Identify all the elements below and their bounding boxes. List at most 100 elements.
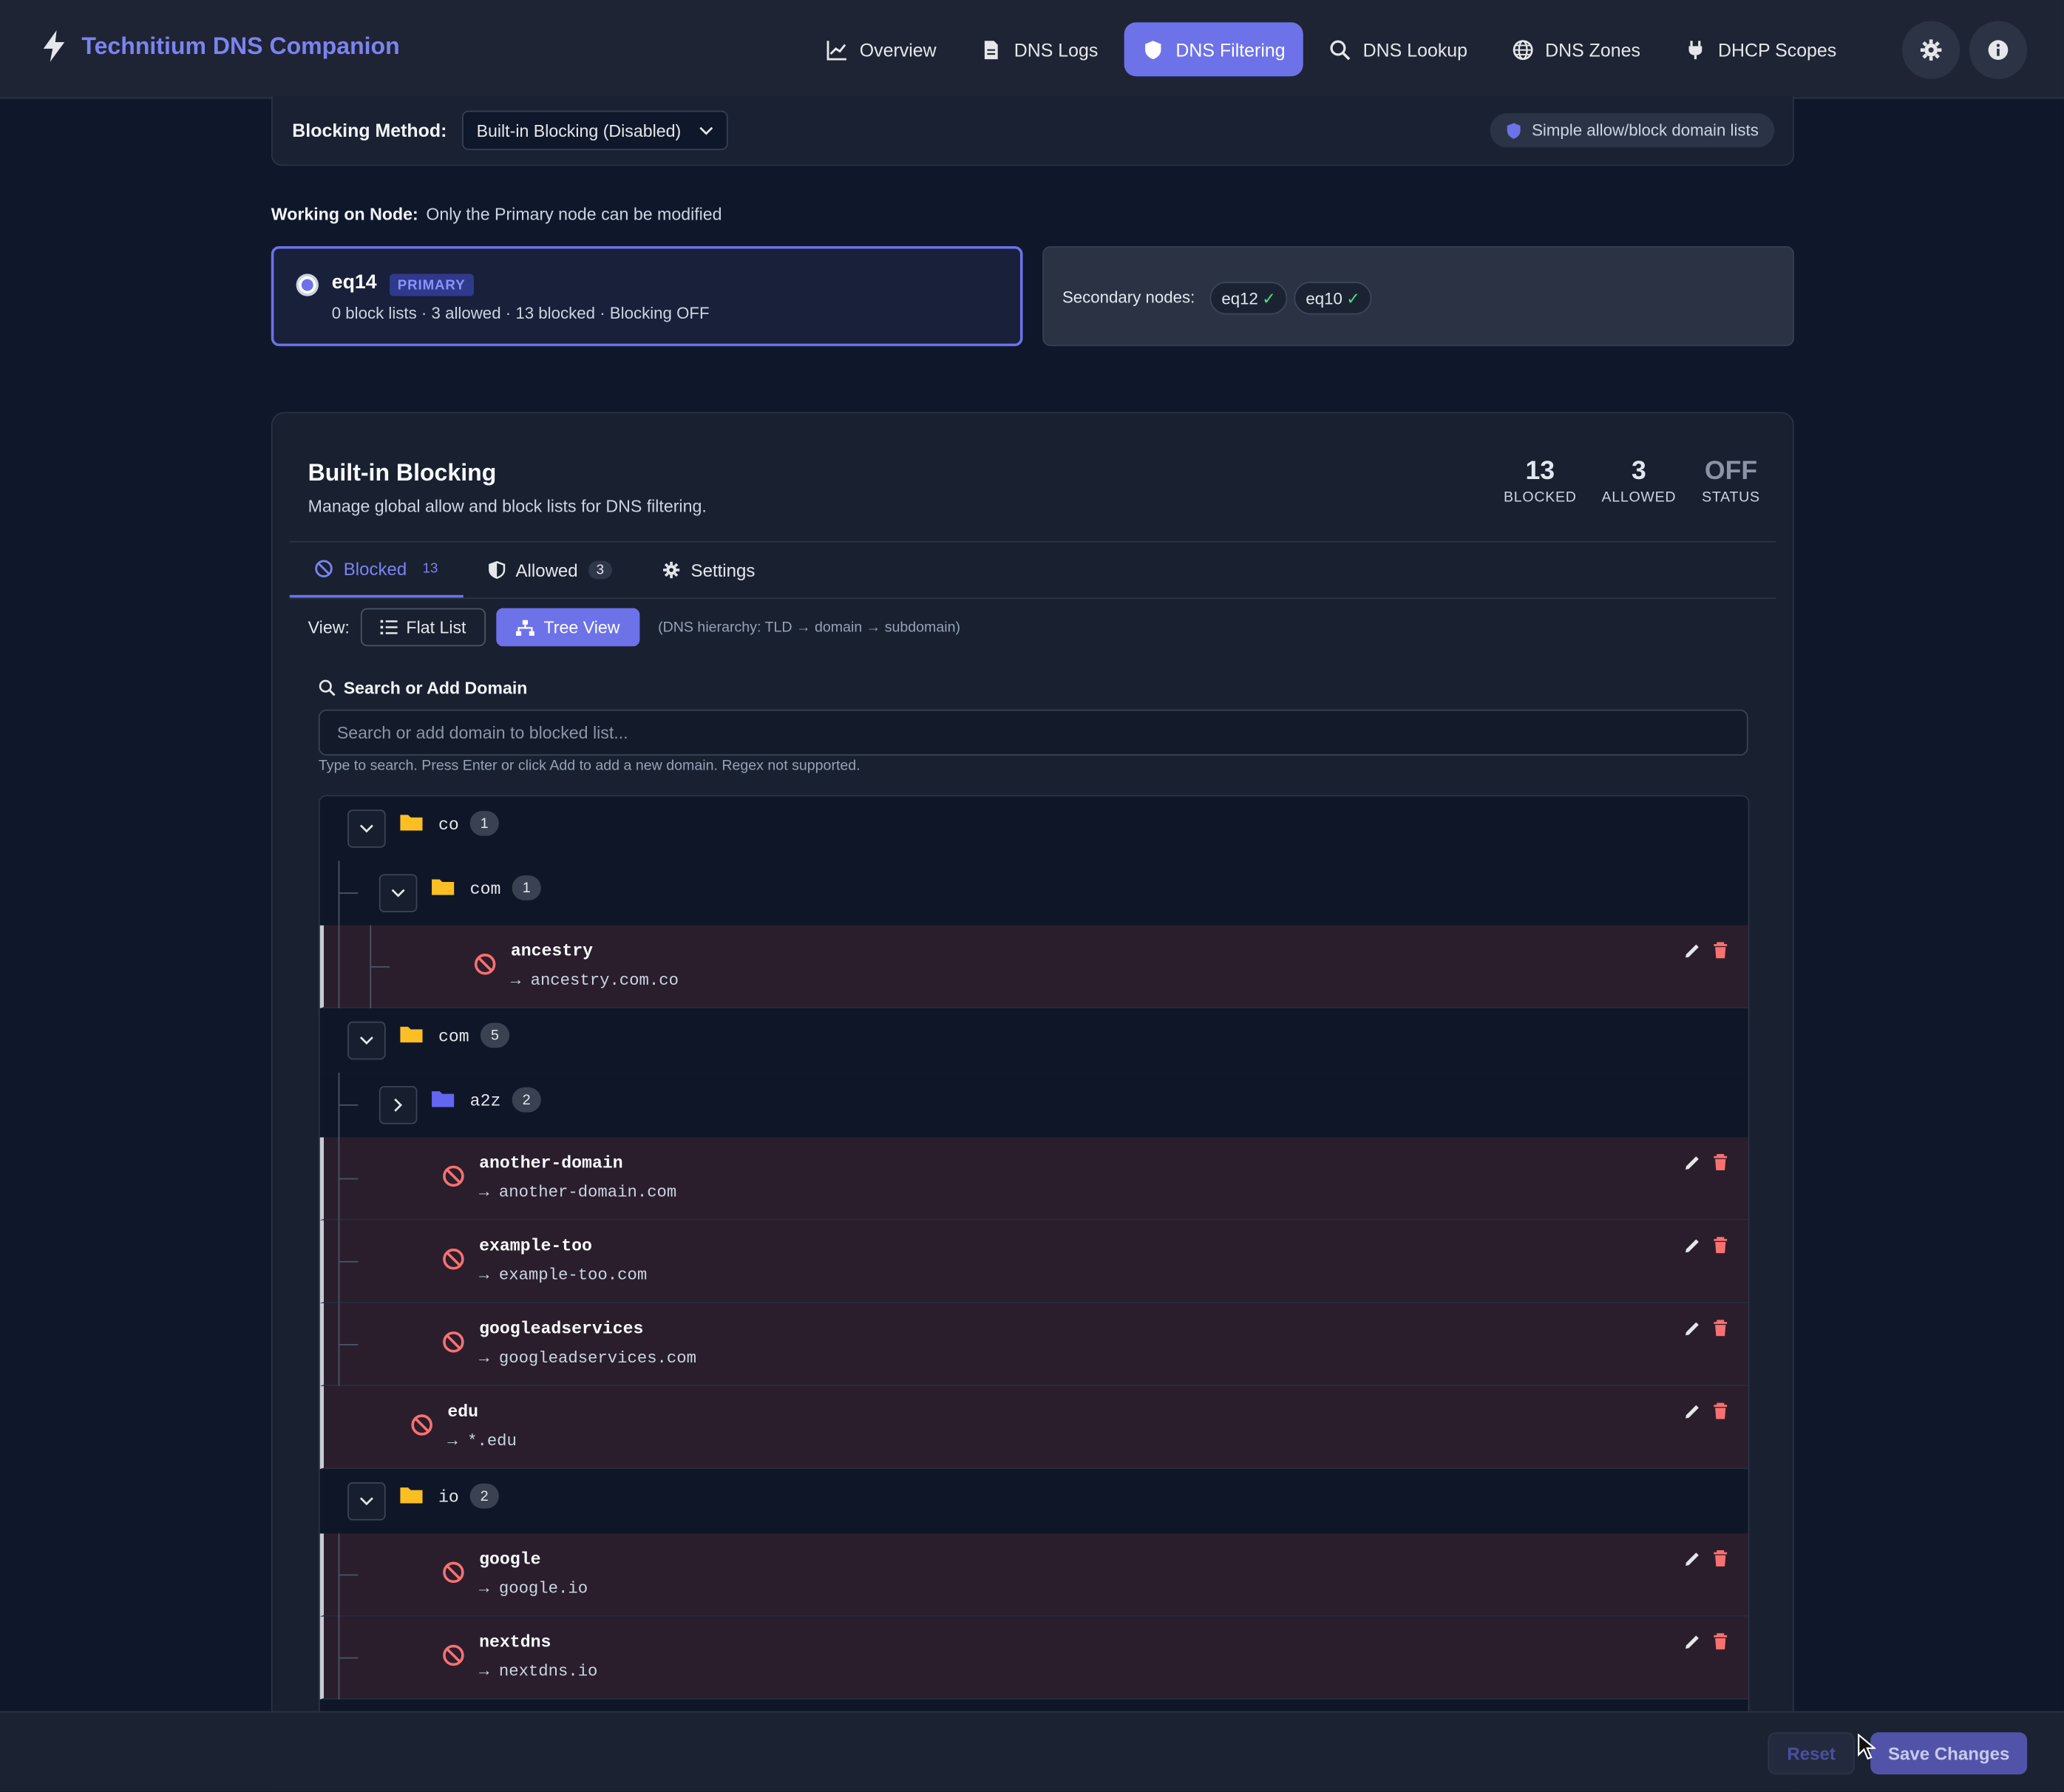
tab-allowed[interactable]: Allowed 3: [463, 543, 636, 598]
working-node-note: Only the Primary node can be modified: [426, 203, 722, 224]
blocking-method-label: Blocking Method:: [292, 120, 447, 141]
ban-icon: [443, 1331, 464, 1353]
divider: [289, 597, 1776, 600]
save-changes-button[interactable]: Save Changes: [1870, 1732, 2028, 1775]
chevron-down-icon: [359, 824, 373, 833]
nav-dns-logs-label: DNS Logs: [1014, 38, 1099, 61]
gear-icon: [662, 561, 679, 579]
expand-button[interactable]: [378, 1085, 418, 1124]
blocked-domain-row: googleadservices → googleadservices.com: [319, 1303, 1748, 1386]
blocked-domain-row: edu → *.edu: [319, 1385, 1748, 1470]
folder-name: co: [438, 815, 459, 835]
nav-dns-lookup[interactable]: DNS Lookup: [1311, 22, 1486, 76]
domain-search-input[interactable]: [318, 709, 1748, 756]
primary-badge: PRIMARY: [390, 274, 474, 296]
info-icon: [1988, 40, 2009, 61]
blocked-domain-row: example-too → example-too.com: [319, 1220, 1748, 1303]
check-icon: ✓: [1262, 289, 1276, 308]
allowed-stat-label: ALLOWED: [1601, 489, 1677, 506]
ban-icon: [443, 1248, 464, 1270]
trash-icon[interactable]: [1711, 1236, 1730, 1255]
tab-settings[interactable]: Settings: [637, 543, 781, 598]
edit-icon[interactable]: [1683, 941, 1702, 960]
trash-icon[interactable]: [1711, 1153, 1730, 1172]
blocked-count: 13: [1525, 456, 1555, 486]
tree-connector: [371, 965, 390, 968]
trash-icon[interactable]: [1711, 1319, 1730, 1337]
tree-folder-row: a2z 2: [319, 1073, 1748, 1139]
mouse-cursor-icon: [1858, 1734, 1876, 1760]
ban-icon: [443, 1644, 464, 1666]
built-in-blocking-panel: Built-in Blocking Manage global allow an…: [271, 412, 1794, 1792]
edit-icon[interactable]: [1683, 1402, 1702, 1420]
ban-icon: [474, 954, 496, 975]
method-description: Simple allow/block domain lists: [1532, 121, 1759, 140]
edit-icon[interactable]: [1683, 1153, 1702, 1172]
blocking-method-bar: Blocking Method: Built-in Blocking (Disa…: [271, 95, 1794, 166]
edit-icon[interactable]: [1683, 1632, 1702, 1651]
collapse-button[interactable]: [347, 810, 386, 848]
chart-line-icon: [826, 40, 846, 60]
tab-blocked[interactable]: Blocked 13: [289, 543, 464, 598]
tree-view-button[interactable]: Tree View: [496, 608, 640, 647]
working-node-heading: Working on Node: Only the Primary node ca…: [271, 204, 722, 224]
nav-dhcp-scopes[interactable]: DHCP Scopes: [1667, 22, 1856, 76]
domain-label: ancestry: [510, 941, 594, 961]
domain-label: edu: [447, 1402, 479, 1422]
search-help: Type to search. Press Enter or click Add…: [318, 758, 860, 774]
brand[interactable]: Technitium DNS Companion: [39, 29, 400, 63]
trash-icon[interactable]: [1711, 941, 1730, 960]
app-title: Technitium DNS Companion: [81, 32, 400, 59]
document-icon: [985, 40, 999, 59]
tree-connector: [339, 1574, 359, 1576]
shield-icon: [1507, 122, 1521, 138]
nav-dns-filtering[interactable]: DNS Filtering: [1124, 22, 1304, 77]
view-hint: (DNS hierarchy: TLD → domain → subdomain…: [658, 619, 961, 636]
primary-node-card[interactable]: eq14 PRIMARY 0 block lists · 3 allowed ·…: [271, 245, 1023, 347]
collapse-button[interactable]: [378, 874, 418, 912]
blocking-method-value: Built-in Blocking (Disabled): [476, 120, 682, 140]
trash-icon[interactable]: [1711, 1550, 1730, 1568]
edit-icon[interactable]: [1683, 1319, 1702, 1337]
tree-connector: [338, 925, 340, 1008]
action-footer: Reset Save Changes: [0, 1711, 2064, 1792]
plug-icon: [1688, 40, 1703, 59]
folder-icon: [432, 879, 455, 895]
search-icon: [319, 679, 336, 696]
edit-icon[interactable]: [1683, 1550, 1702, 1568]
edit-icon[interactable]: [1683, 1236, 1702, 1255]
chevron-down-icon: [359, 1036, 373, 1045]
settings-button[interactable]: [1901, 21, 1961, 79]
trash-icon[interactable]: [1711, 1402, 1730, 1420]
view-label: View:: [308, 617, 350, 637]
chevron-down-icon: [699, 126, 713, 135]
reset-button[interactable]: Reset: [1768, 1732, 1855, 1775]
collapse-button[interactable]: [347, 1021, 386, 1060]
secondary-node-chip: eq10 ✓: [1294, 282, 1372, 315]
tree-folder-row: co 1: [319, 796, 1748, 863]
list-tabs: Blocked 13 Allowed 3 Settings: [289, 543, 781, 598]
folder-name: com: [438, 1026, 469, 1047]
secondary-node-name: eq12: [1221, 288, 1258, 308]
nav-dns-logs[interactable]: DNS Logs: [963, 22, 1116, 76]
domain-full: → *.edu: [447, 1432, 517, 1451]
node-radio[interactable]: [296, 274, 319, 296]
tab-settings-label: Settings: [690, 560, 756, 580]
info-button[interactable]: [1969, 21, 2028, 79]
domain-full: → googleadservices.com: [479, 1349, 696, 1368]
blocking-method-select[interactable]: Built-in Blocking (Disabled): [461, 110, 728, 150]
nav-dns-zones[interactable]: DNS Zones: [1494, 22, 1659, 76]
domain-label: another-domain: [479, 1153, 623, 1173]
panel-subtitle: Manage global allow and block lists for …: [308, 496, 707, 516]
nav-overview[interactable]: Overview: [808, 22, 954, 76]
trash-icon[interactable]: [1711, 1632, 1730, 1651]
folder-count-badge: 1: [469, 810, 499, 836]
ban-icon: [443, 1165, 464, 1187]
folder-count-badge: 1: [512, 875, 541, 900]
flat-list-button[interactable]: Flat List: [360, 608, 486, 647]
search-icon: [1331, 39, 1351, 60]
domain-full: → google.io: [479, 1579, 588, 1598]
collapse-button[interactable]: [347, 1482, 386, 1521]
tab-blocked-count: 13: [422, 560, 438, 577]
domain-tree: co 1 com 1 ancestry → ancestry.com.co co…: [318, 795, 1750, 1717]
